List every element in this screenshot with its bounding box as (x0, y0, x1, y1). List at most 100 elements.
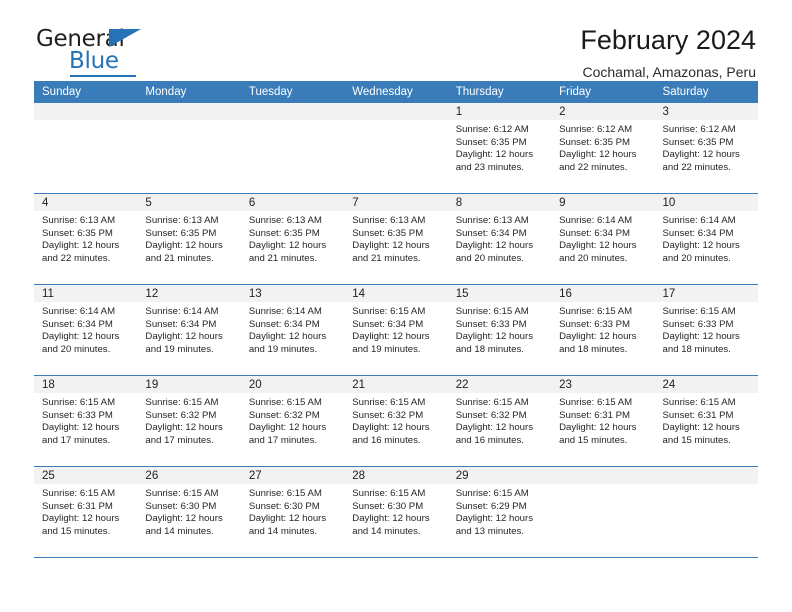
day-number: 25 (34, 467, 138, 484)
day-info-sunset: Sunset: 6:35 PM (248, 227, 320, 239)
day-cell-content: 10 Sunrise: 6:14 AM Sunset: 6:34 PM Dayligh… (654, 194, 758, 284)
page-header: General Blue February 2024 Cochamal, Ama… (34, 0, 758, 81)
day-number: 22 (447, 376, 552, 393)
day-cell-content (344, 103, 448, 193)
day-info-daylightline1: Daylight: 12 hours (42, 331, 120, 343)
day-sun-info (34, 120, 137, 124)
day-info-daylightline2: and 22 minutes. (42, 252, 111, 264)
day-info-sunrise: Sunrise: 6:15 AM (352, 488, 426, 499)
day-info-sunset: Sunset: 6:31 PM (559, 409, 631, 421)
day-number: 4 (34, 194, 138, 211)
day-number: 28 (344, 467, 448, 484)
day-info-sunrise: Sunrise: 6:15 AM (662, 397, 736, 408)
calendar-empty-cell (240, 103, 345, 194)
day-number: 26 (137, 467, 241, 484)
calendar-day-cell[interactable]: 10 Sunrise: 6:14 AM Sunset: 6:34 PM Dayligh… (654, 193, 758, 285)
day-number: 21 (344, 376, 448, 393)
calendar-day-cell[interactable]: 25 Sunrise: 6:15 AM Sunset: 6:31 PM Dayligh… (34, 466, 138, 558)
calendar-day-cell[interactable]: 4 Sunrise: 6:13 AM Sunset: 6:35 PM Daylight… (34, 193, 138, 285)
calendar-day-cell[interactable]: 2 Sunrise: 6:12 AM Sunset: 6:35 PM Daylight… (551, 103, 655, 194)
calendar-day-cell[interactable]: 11 Sunrise: 6:14 AM Sunset: 6:34 PM Dayligh… (34, 284, 138, 376)
day-info-sunset: Sunset: 6:34 PM (352, 318, 424, 330)
day-number (240, 103, 345, 120)
calendar-day-cell[interactable]: 16 Sunrise: 6:15 AM Sunset: 6:33 PM Dayligh… (551, 284, 655, 376)
day-cell-content: 1 Sunrise: 6:12 AM Sunset: 6:35 PM Daylight… (447, 103, 552, 193)
day-number: 9 (551, 194, 655, 211)
calendar-day-cell[interactable]: 20 Sunrise: 6:15 AM Sunset: 6:32 PM Dayligh… (240, 375, 345, 467)
calendar-day-cell[interactable]: 17 Sunrise: 6:15 AM Sunset: 6:33 PM Dayligh… (654, 284, 758, 376)
day-info-sunrise: Sunrise: 6:13 AM (248, 215, 322, 226)
day-info-sunset: Sunset: 6:30 PM (248, 500, 320, 512)
calendar-day-cell[interactable]: 19 Sunrise: 6:15 AM Sunset: 6:32 PM Dayligh… (137, 375, 241, 467)
day-info-sunset: Sunset: 6:33 PM (559, 318, 631, 330)
day-info-sunrise: Sunrise: 6:12 AM (455, 124, 529, 135)
day-cell-content: 3 Sunrise: 6:12 AM Sunset: 6:35 PM Daylight… (654, 103, 758, 193)
day-info-sunset: Sunset: 6:35 PM (559, 136, 631, 148)
calendar-day-cell[interactable]: 27 Sunrise: 6:15 AM Sunset: 6:30 PM Dayligh… (240, 466, 345, 558)
calendar-day-cell[interactable]: 6 Sunrise: 6:13 AM Sunset: 6:35 PM Daylight… (240, 193, 345, 285)
day-info-daylightline1: Daylight: 12 hours (248, 331, 327, 343)
day-sun-info: Sunrise: 6:15 AM Sunset: 6:32 PM Daylight:… (241, 393, 344, 447)
day-info-sunrise: Sunrise: 6:15 AM (455, 397, 529, 408)
day-sun-info: Sunrise: 6:15 AM Sunset: 6:33 PM Daylight:… (448, 302, 551, 356)
day-info-sunset: Sunset: 6:29 PM (455, 500, 527, 512)
day-info-sunrise: Sunrise: 6:15 AM (42, 397, 116, 408)
calendar-day-cell[interactable]: 8 Sunrise: 6:13 AM Sunset: 6:34 PM Daylight… (447, 193, 552, 285)
calendar-day-cell[interactable]: 23 Sunrise: 6:15 AM Sunset: 6:31 PM Dayligh… (551, 375, 655, 467)
day-sun-info: Sunrise: 6:13 AM Sunset: 6:35 PM Daylight:… (34, 211, 137, 265)
day-number: 7 (344, 194, 448, 211)
calendar-day-cell[interactable]: 22 Sunrise: 6:15 AM Sunset: 6:32 PM Dayligh… (447, 375, 552, 467)
calendar-empty-cell (34, 103, 138, 194)
calendar-week-row: 1 Sunrise: 6:12 AM Sunset: 6:35 PM Daylight… (34, 103, 758, 194)
day-cell-content: 23 Sunrise: 6:15 AM Sunset: 6:31 PM Dayligh… (551, 376, 655, 466)
day-sun-info: Sunrise: 6:15 AM Sunset: 6:32 PM Daylight:… (344, 393, 447, 447)
calendar-day-cell[interactable]: 12 Sunrise: 6:14 AM Sunset: 6:34 PM Dayligh… (137, 284, 241, 376)
day-info-sunset: Sunset: 6:34 PM (42, 318, 113, 330)
weekday-header-wednesday: Wednesday (344, 81, 448, 103)
day-cell-content: 25 Sunrise: 6:15 AM Sunset: 6:31 PM Dayligh… (34, 467, 138, 557)
calendar-day-cell[interactable]: 13 Sunrise: 6:14 AM Sunset: 6:34 PM Dayligh… (240, 284, 345, 376)
day-cell-content: 11 Sunrise: 6:14 AM Sunset: 6:34 PM Dayligh… (34, 285, 138, 375)
day-sun-info: Sunrise: 6:13 AM Sunset: 6:35 PM Daylight:… (241, 211, 344, 265)
calendar-day-cell[interactable]: 21 Sunrise: 6:15 AM Sunset: 6:32 PM Dayligh… (344, 375, 448, 467)
day-cell-content: 15 Sunrise: 6:15 AM Sunset: 6:33 PM Dayligh… (447, 285, 552, 375)
calendar-day-cell[interactable]: 18 Sunrise: 6:15 AM Sunset: 6:33 PM Dayligh… (34, 375, 138, 467)
calendar-day-cell[interactable]: 9 Sunrise: 6:14 AM Sunset: 6:34 PM Daylight… (551, 193, 655, 285)
general-blue-logo[interactable]: General Blue (36, 26, 154, 78)
day-info-daylightline2: and 16 minutes. (455, 434, 524, 446)
day-info-daylightline1: Daylight: 12 hours (662, 149, 740, 161)
calendar-day-cell[interactable]: 15 Sunrise: 6:15 AM Sunset: 6:33 PM Dayligh… (447, 284, 552, 376)
day-info-daylightline2: and 14 minutes. (352, 525, 421, 537)
day-cell-content: 9 Sunrise: 6:14 AM Sunset: 6:34 PM Daylight… (551, 194, 655, 284)
day-info-sunset: Sunset: 6:35 PM (145, 227, 217, 239)
calendar-day-cell[interactable]: 14 Sunrise: 6:15 AM Sunset: 6:34 PM Dayligh… (344, 284, 448, 376)
day-info-daylightline2: and 20 minutes. (455, 252, 524, 264)
day-info-sunset: Sunset: 6:32 PM (352, 409, 424, 421)
day-sun-info: Sunrise: 6:14 AM Sunset: 6:34 PM Daylight:… (551, 211, 654, 265)
calendar-day-cell[interactable]: 29 Sunrise: 6:15 AM Sunset: 6:29 PM Dayligh… (447, 466, 552, 558)
calendar-day-cell[interactable]: 7 Sunrise: 6:13 AM Sunset: 6:35 PM Daylight… (344, 193, 448, 285)
day-info-sunset: Sunset: 6:30 PM (145, 500, 217, 512)
calendar-body: 1 Sunrise: 6:12 AM Sunset: 6:35 PM Daylight… (34, 103, 758, 558)
day-info-sunrise: Sunrise: 6:12 AM (662, 124, 736, 135)
calendar-empty-cell (137, 103, 241, 194)
day-info-daylightline2: and 20 minutes. (42, 343, 111, 355)
day-info-sunrise: Sunrise: 6:15 AM (248, 397, 322, 408)
calendar-day-cell[interactable]: 24 Sunrise: 6:15 AM Sunset: 6:31 PM Dayligh… (654, 375, 758, 467)
calendar-day-cell[interactable]: 26 Sunrise: 6:15 AM Sunset: 6:30 PM Dayligh… (137, 466, 241, 558)
calendar-day-cell[interactable]: 28 Sunrise: 6:15 AM Sunset: 6:30 PM Dayligh… (344, 466, 448, 558)
day-info-daylightline1: Daylight: 12 hours (455, 513, 534, 525)
day-info-sunrise: Sunrise: 6:12 AM (559, 124, 633, 135)
day-info-daylightline2: and 20 minutes. (559, 252, 628, 264)
calendar-day-cell[interactable]: 3 Sunrise: 6:12 AM Sunset: 6:35 PM Daylight… (654, 103, 758, 194)
weekday-header-saturday: Saturday (654, 81, 758, 103)
day-sun-info: Sunrise: 6:14 AM Sunset: 6:34 PM Daylight:… (137, 302, 240, 356)
day-number (551, 467, 655, 484)
calendar-day-cell[interactable]: 5 Sunrise: 6:13 AM Sunset: 6:35 PM Daylight… (137, 193, 241, 285)
calendar-day-cell[interactable]: 1 Sunrise: 6:12 AM Sunset: 6:35 PM Daylight… (447, 103, 552, 194)
day-sun-info (241, 120, 344, 124)
weekday-header-row: Sunday Monday Tuesday Wednesday Thursday… (34, 81, 758, 103)
day-cell-content (137, 103, 241, 193)
day-number (137, 103, 241, 120)
day-info-daylightline1: Daylight: 12 hours (559, 422, 637, 434)
